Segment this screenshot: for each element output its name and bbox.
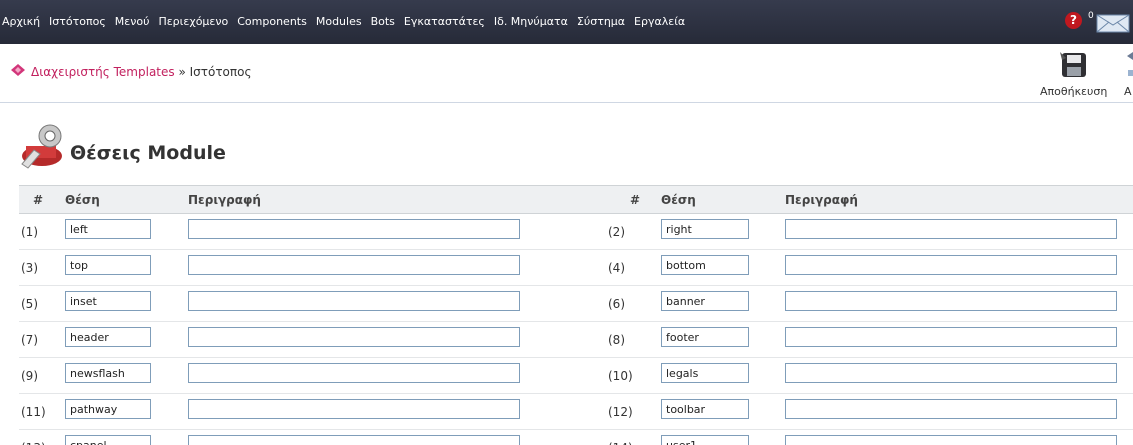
position-description-input[interactable] (188, 219, 520, 239)
toolbar: Διαχειριστής Templates » Ιστότοπος Αποθή… (0, 44, 1133, 103)
position-name-input[interactable] (661, 435, 749, 445)
breadcrumb: Διαχειριστής Templates » Ιστότοπος (31, 65, 252, 79)
col-description-left: Περιγραφή (188, 193, 261, 207)
menu-item-2[interactable]: Μενού (115, 15, 150, 28)
col-description-right: Περιγραφή (785, 193, 858, 207)
table-row: (3) (4) (19, 249, 1133, 286)
module-positions-table: # Θέση Περιγραφή # Θέση Περιγραφή (1) (2)… (19, 185, 1133, 445)
position-name-input[interactable] (65, 291, 151, 311)
position-number-left: (13) (21, 441, 46, 445)
position-description-input[interactable] (188, 363, 520, 383)
menu-item-5[interactable]: Modules (316, 15, 362, 28)
table-header: # Θέση Περιγραφή # Θέση Περιγραφή (19, 185, 1133, 214)
position-number-right: (10) (608, 369, 633, 383)
breadcrumb-link-templates[interactable]: Διαχειριστής Templates (31, 65, 175, 79)
position-description-input[interactable] (785, 399, 1117, 419)
position-number-left: (9) (21, 369, 38, 383)
partial-toolbar-icon[interactable] (1124, 48, 1133, 82)
position-number-left: (3) (21, 261, 38, 275)
position-name-input[interactable] (661, 291, 749, 311)
envelope-icon[interactable] (1096, 13, 1130, 33)
col-num-left: # (33, 193, 44, 207)
position-name-input[interactable] (661, 219, 749, 239)
menu-item-0[interactable]: Αρχική (2, 15, 40, 28)
table-row: (13) (14) (19, 429, 1133, 445)
position-description-input[interactable] (188, 291, 520, 311)
position-number-right: (8) (608, 333, 625, 347)
col-position-right: Θέση (661, 193, 696, 207)
templates-icon (11, 64, 25, 76)
position-name-input[interactable] (661, 363, 749, 383)
position-name-input[interactable] (65, 327, 151, 347)
position-number-right: (6) (608, 297, 625, 311)
module-positions-icon (21, 124, 62, 169)
save-label: Αποθήκευση (1040, 85, 1108, 98)
position-description-input[interactable] (785, 363, 1117, 383)
position-name-input[interactable] (661, 399, 749, 419)
position-description-input[interactable] (785, 219, 1117, 239)
menu-items: Αρχική Ιστότοπος Μενού Περιεχόμενο Component… (0, 15, 688, 28)
page-title: Θέσεις Module (70, 142, 226, 164)
table-row: (5) (6) (19, 285, 1133, 322)
position-name-input[interactable] (65, 255, 151, 275)
position-number-left: (7) (21, 333, 38, 347)
table-row: (11) (12) (19, 393, 1133, 430)
position-number-right: (14) (608, 441, 633, 445)
partial-toolbar-label: Α (1124, 85, 1132, 98)
position-description-input[interactable] (188, 327, 520, 347)
position-description-input[interactable] (188, 255, 520, 275)
position-description-input[interactable] (785, 435, 1117, 445)
position-name-input[interactable] (65, 435, 151, 445)
position-description-input[interactable] (188, 435, 520, 445)
table-row: (7) (8) (19, 321, 1133, 358)
table-row: (9) (10) (19, 357, 1133, 394)
menu-item-8[interactable]: Ιδ. Μηνύματα (494, 15, 568, 28)
help-icon[interactable]: ? (1065, 12, 1082, 29)
position-number-left: (1) (21, 225, 38, 239)
position-number-right: (12) (608, 405, 633, 419)
position-description-input[interactable] (785, 255, 1117, 275)
breadcrumb-current: Ιστότοπος (189, 65, 252, 79)
position-number-right: (2) (608, 225, 625, 239)
position-description-input[interactable] (785, 291, 1117, 311)
position-name-input[interactable] (661, 255, 749, 275)
position-name-input[interactable] (661, 327, 749, 347)
menu-item-3[interactable]: Περιεχόμενο (158, 15, 228, 28)
message-count: 0 (1088, 11, 1094, 21)
col-position-left: Θέση (65, 193, 100, 207)
position-name-input[interactable] (65, 363, 151, 383)
table-row: (1) (2) (19, 213, 1133, 250)
save-button[interactable]: Αποθήκευση (1040, 48, 1120, 102)
col-num-right: # (630, 193, 641, 207)
breadcrumb-separator: » (174, 65, 190, 79)
menu-item-9[interactable]: Σύστημα (577, 15, 625, 28)
position-description-input[interactable] (785, 327, 1117, 347)
menu-item-6[interactable]: Bots (371, 15, 395, 28)
menu-item-1[interactable]: Ιστότοπος (49, 15, 106, 28)
position-number-right: (4) (608, 261, 625, 275)
position-name-input[interactable] (65, 219, 151, 239)
top-menu-bar: Αρχική Ιστότοπος Μενού Περιεχόμενο Component… (0, 0, 1133, 44)
menu-item-7[interactable]: Εγκαταστάτες (404, 15, 485, 28)
menu-item-10[interactable]: Εργαλεία (634, 15, 685, 28)
position-number-left: (11) (21, 405, 46, 419)
position-description-input[interactable] (188, 399, 520, 419)
save-icon (1060, 52, 1086, 77)
position-name-input[interactable] (65, 399, 151, 419)
position-number-left: (5) (21, 297, 38, 311)
menu-item-4[interactable]: Components (237, 15, 307, 28)
